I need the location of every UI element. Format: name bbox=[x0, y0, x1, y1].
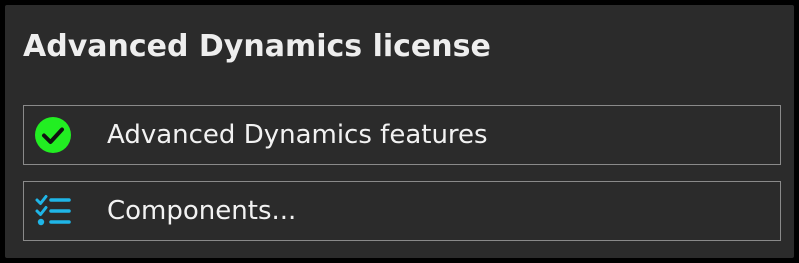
license-panel: Advanced Dynamics license Advanced Dynam… bbox=[5, 5, 794, 258]
panel-title: Advanced Dynamics license bbox=[23, 29, 491, 64]
components-item[interactable]: Components... bbox=[23, 181, 781, 241]
components-label: Components... bbox=[107, 196, 297, 226]
advanced-dynamics-features-item[interactable]: Advanced Dynamics features bbox=[23, 105, 781, 165]
check-circle-icon bbox=[35, 117, 71, 153]
checklist-icon bbox=[35, 195, 71, 226]
advanced-dynamics-features-label: Advanced Dynamics features bbox=[107, 120, 488, 150]
